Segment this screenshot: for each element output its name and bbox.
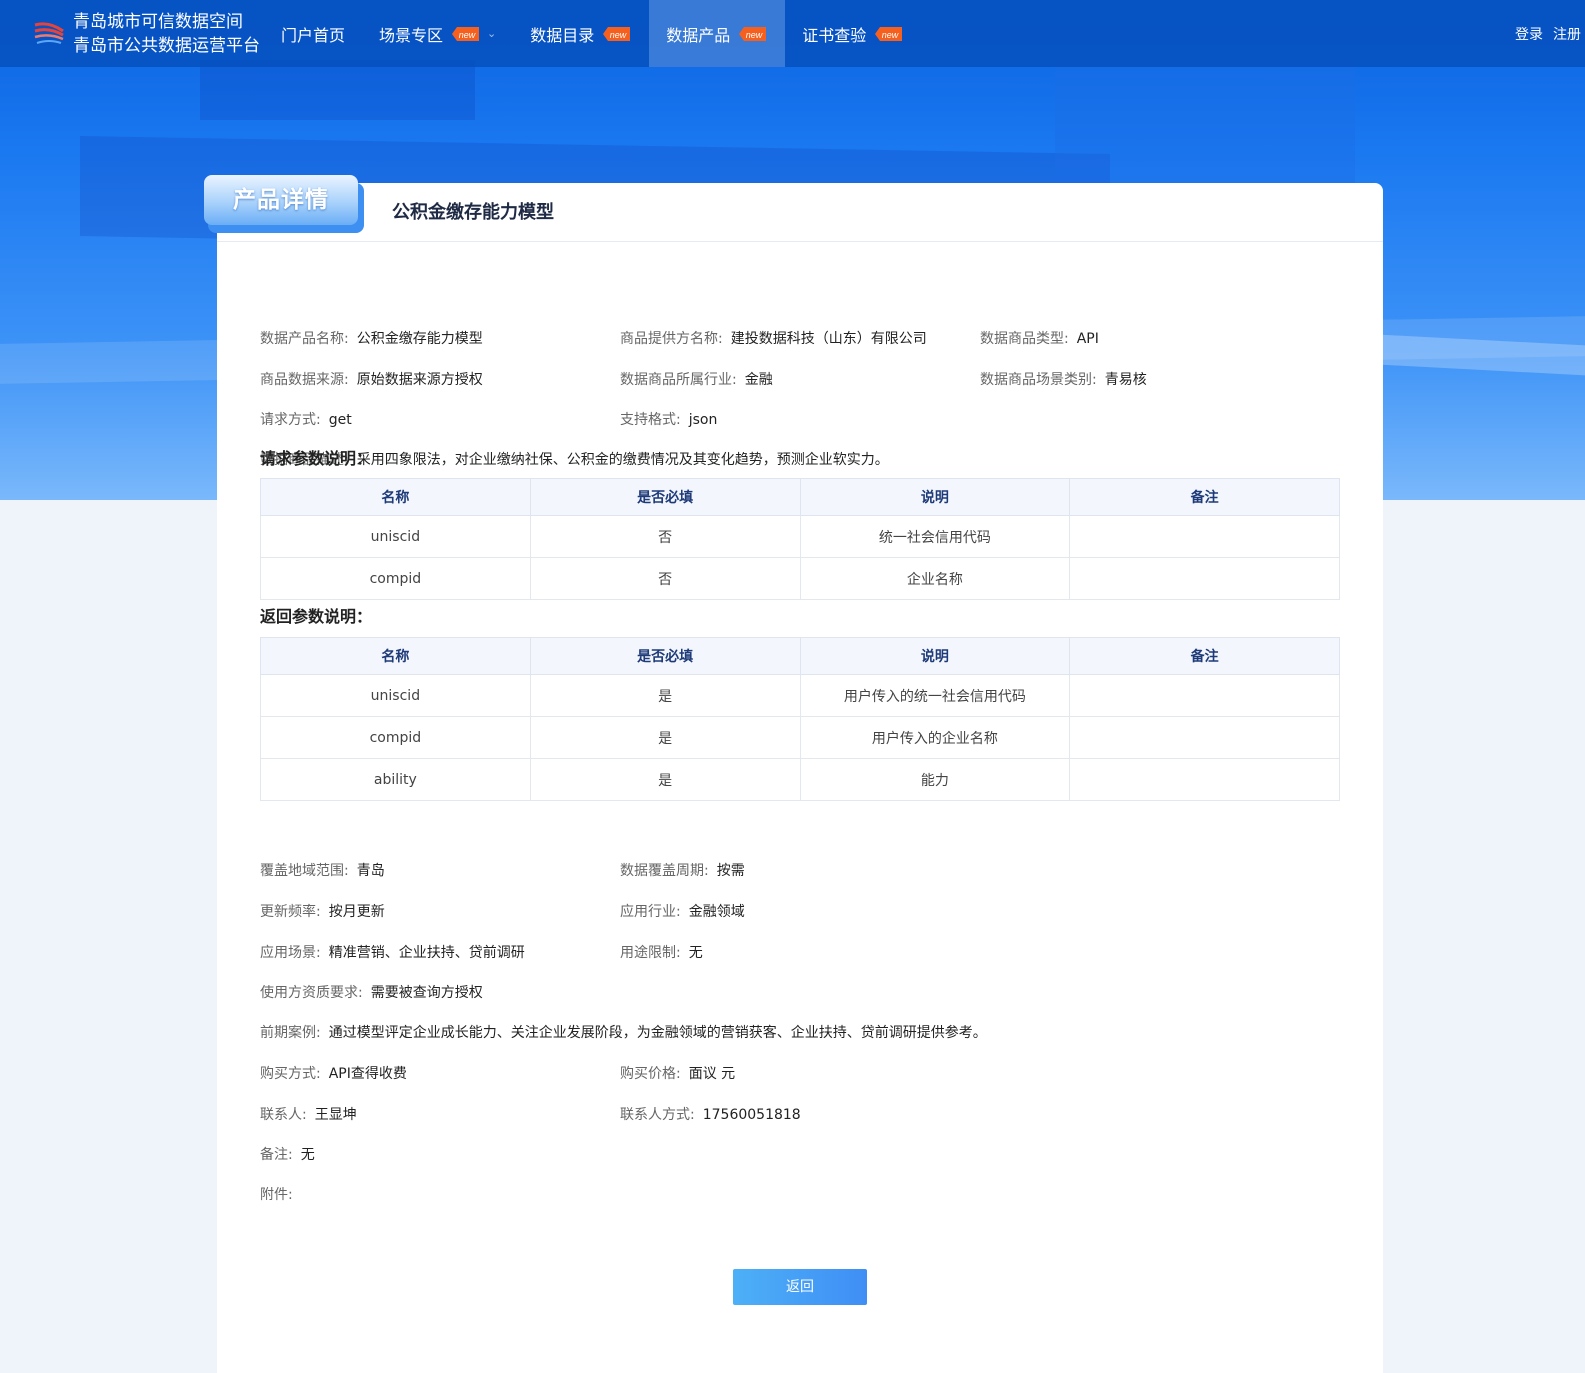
col-header: 名称 (260, 637, 531, 675)
nav-label: 数据目录 (530, 25, 595, 45)
table-header-row: 名称 是否必填 说明 备注 (260, 478, 1340, 516)
card-header: 产品详情 公积金缴存能力模型 (204, 175, 1383, 242)
cell-remark (1069, 674, 1340, 717)
field-coverage-area: 覆盖地域范围: 青岛 (260, 863, 385, 879)
nav-scenes[interactable]: 场景专区 new ⌄ (362, 0, 513, 67)
cell-required: 否 (529, 515, 801, 558)
chevron-down-icon: ⌄ (487, 27, 497, 40)
cell-name: compid (260, 716, 531, 759)
main-nav: 门户首页 场景专区 new ⌄ 数据目录 new 数据产品 new 证书查验 n… (264, 0, 921, 67)
nav-label: 证书查验 (802, 25, 867, 45)
cell-name: compid (260, 557, 531, 600)
field-app-industry: 应用行业: 金融领域 (620, 904, 745, 920)
cell-name: uniscid (260, 674, 531, 717)
table-row: compid 否 企业名称 (260, 557, 1340, 600)
logo-text[interactable]: 青岛城市可信数据空间 青岛市公共数据运营平台 (73, 10, 260, 58)
table-row: uniscid 是 用户传入的统一社会信用代码 (260, 674, 1340, 717)
nav-products[interactable]: 数据产品 new (649, 0, 786, 67)
table-row: compid 是 用户传入的企业名称 (260, 716, 1340, 759)
new-badge-icon: new (602, 25, 632, 43)
cell-remark (1069, 557, 1340, 600)
new-badge-icon: new (451, 25, 481, 43)
nav-label: 数据产品 (666, 25, 731, 45)
col-header: 名称 (260, 478, 531, 516)
nav-certificate[interactable]: 证书查验 new (785, 0, 921, 67)
field-product-name: 数据产品名称: 公积金缴存能力模型 (260, 331, 483, 347)
cell-required: 是 (529, 716, 801, 759)
product-detail-card: 产品详情 公积金缴存能力模型 数据产品名称: 公积金缴存能力模型 商品提供方名称:… (204, 175, 1383, 1373)
tag-label: 产品详情 (204, 175, 358, 225)
field-format: 支持格式: json (620, 412, 718, 428)
request-params-title: 请求参数说明： (260, 449, 373, 468)
cell-name: ability (260, 758, 531, 801)
field-scene: 数据商品场景类别: 青易核 (980, 372, 1147, 388)
table-header-row: 名称 是否必填 说明 备注 (260, 637, 1340, 675)
register-link[interactable]: 注册 (1553, 24, 1581, 44)
col-header: 备注 (1069, 478, 1340, 516)
col-header: 说明 (799, 478, 1071, 516)
field-industry: 数据商品所属行业: 金融 (620, 372, 773, 388)
table-row: ability 是 能力 (260, 758, 1340, 801)
nav-catalog[interactable]: 数据目录 new (513, 0, 649, 67)
field-cases: 前期案例: 通过模型评定企业成长能力、关注企业发展阶段，为金融领域的营销获客、企业… (260, 1025, 987, 1041)
cell-remark (1069, 515, 1340, 558)
field-method: 请求方式: get (260, 412, 352, 428)
cell-desc: 用户传入的企业名称 (799, 716, 1071, 759)
field-contact-phone: 联系人方式: 17560051818 (620, 1107, 801, 1123)
logo-line1: 青岛城市可信数据空间 (73, 12, 243, 32)
field-coverage-period: 数据覆盖周期: 按需 (620, 863, 745, 879)
cell-desc: 用户传入的统一社会信用代码 (799, 674, 1071, 717)
field-attachment: 附件: (260, 1187, 293, 1203)
logo-line2: 青岛市公共数据运营平台 (73, 36, 260, 56)
response-params-table: 名称 是否必填 说明 备注 uniscid 是 用户传入的统一社会信用代码 co… (260, 637, 1340, 801)
new-badge-icon: new (738, 25, 768, 43)
top-navbar: 青岛城市可信数据空间 青岛市公共数据运营平台 门户首页 场景专区 new ⌄ 数… (0, 0, 1585, 67)
field-buy-method: 购买方式: API查得收费 (260, 1066, 407, 1082)
col-header: 备注 (1069, 637, 1340, 675)
logo-icon (33, 19, 65, 49)
cell-required: 否 (529, 557, 801, 600)
svg-text:new: new (746, 30, 763, 40)
cell-remark (1069, 716, 1340, 759)
field-source: 商品数据来源: 原始数据来源方授权 (260, 372, 483, 388)
field-remark: 备注: 无 (260, 1147, 315, 1163)
back-button[interactable]: 返回 (733, 1269, 867, 1305)
cell-required: 是 (529, 674, 801, 717)
response-params-title: 返回参数说明： (260, 607, 373, 626)
col-header: 是否必填 (529, 478, 801, 516)
field-update-freq: 更新频率: 按月更新 (260, 904, 385, 920)
auth-links: 登录 注册 (1515, 24, 1581, 44)
svg-text:new: new (882, 30, 899, 40)
cell-desc: 能力 (799, 758, 1071, 801)
nav-label: 场景专区 (379, 25, 444, 45)
product-detail-tag: 产品详情 (204, 175, 364, 233)
field-usage-limit: 用途限制: 无 (620, 945, 703, 961)
col-header: 是否必填 (529, 637, 801, 675)
field-type: 数据商品类型: API (980, 331, 1099, 347)
field-price: 购买价格: 面议 元 (620, 1066, 736, 1082)
login-link[interactable]: 登录 (1515, 24, 1543, 44)
table-row: uniscid 否 统一社会信用代码 (260, 515, 1340, 558)
cell-required: 是 (529, 758, 801, 801)
svg-text:new: new (610, 30, 627, 40)
product-title: 公积金缴存能力模型 (392, 202, 554, 223)
svg-text:new: new (459, 30, 476, 40)
cell-remark (1069, 758, 1340, 801)
request-params-table: 名称 是否必填 说明 备注 uniscid 否 统一社会信用代码 compid … (260, 478, 1340, 600)
new-badge-icon: new (874, 25, 904, 43)
field-provider: 商品提供方名称: 建投数据科技（山东）有限公司 (620, 331, 927, 347)
nav-home[interactable]: 门户首页 (264, 0, 362, 67)
field-contact: 联系人: 王显坤 (260, 1107, 357, 1123)
field-app-scene: 应用场景: 精准营销、企业扶持、贷前调研 (260, 945, 525, 961)
cell-desc: 企业名称 (799, 557, 1071, 600)
field-qualification: 使用方资质要求: 需要被查询方授权 (260, 985, 483, 1001)
col-header: 说明 (799, 637, 1071, 675)
cell-name: uniscid (260, 515, 531, 558)
nav-label: 门户首页 (281, 25, 346, 45)
cell-desc: 统一社会信用代码 (799, 515, 1071, 558)
